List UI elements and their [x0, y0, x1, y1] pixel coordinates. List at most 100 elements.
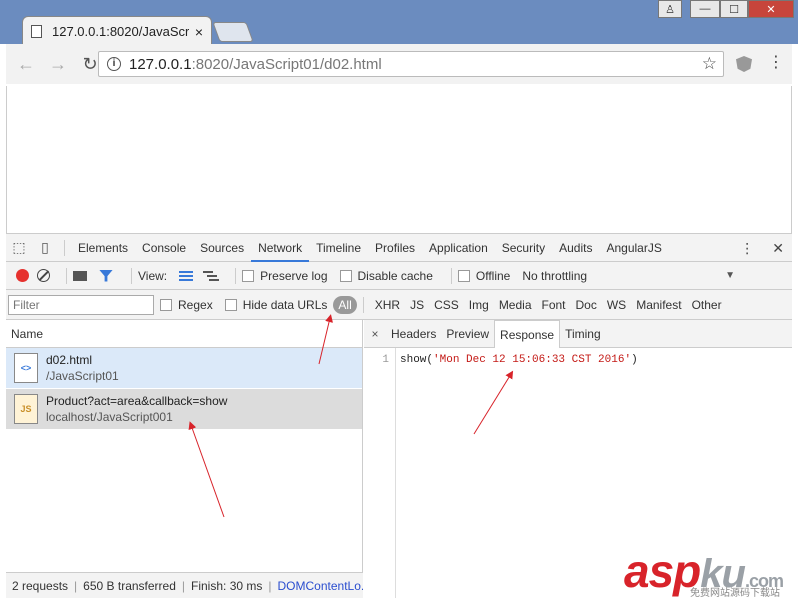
separator — [131, 267, 132, 284]
html-file-icon: <> — [14, 353, 38, 383]
type-filter-manifest[interactable]: Manifest — [631, 298, 686, 312]
line-number-gutter: 1 — [364, 348, 396, 598]
tab-application[interactable]: Application — [422, 234, 495, 262]
overview-icon[interactable] — [203, 270, 220, 281]
type-filter-all[interactable]: All — [333, 295, 357, 314]
browser-tab[interactable]: 127.0.0.1:8020/JavaScri × — [22, 16, 212, 46]
type-filter-xhr[interactable]: XHR — [370, 298, 405, 312]
table-row[interactable]: JS Product?act=area&callback=show localh… — [6, 389, 362, 430]
tab-sources[interactable]: Sources — [193, 234, 251, 262]
type-filter-css[interactable]: CSS — [429, 298, 464, 312]
tab-audits[interactable]: Audits — [552, 234, 599, 262]
new-tab-button[interactable] — [212, 22, 254, 42]
regex-checkbox[interactable] — [160, 298, 172, 311]
devtools-panel: ⬚ ▯ Elements Console Sources Network Tim… — [6, 233, 792, 598]
type-filter-media[interactable]: Media — [494, 298, 537, 312]
tab-title: 127.0.0.1:8020/JavaScri — [52, 24, 189, 39]
separator — [235, 267, 237, 284]
devtools-close-icon[interactable]: ✕ — [772, 240, 784, 257]
request-list: Name <> d02.html /JavaScript01 JS Produc… — [6, 320, 363, 598]
table-row[interactable]: <> d02.html /JavaScript01 — [6, 348, 362, 389]
minimize-button[interactable]: — — [690, 0, 720, 18]
disable-cache-label: Disable cache — [357, 268, 433, 283]
watermark-asp: asp — [624, 545, 701, 597]
disable-cache-checkbox[interactable] — [339, 269, 352, 282]
status-separator: | — [268, 578, 272, 593]
tab-headers[interactable]: Headers — [386, 320, 441, 348]
document-icon — [31, 25, 42, 38]
type-filter-img[interactable]: Img — [464, 298, 494, 312]
back-icon[interactable]: ← — [14, 54, 38, 75]
tab-console[interactable]: Console — [135, 234, 193, 262]
user-button[interactable]: ♙ — [658, 0, 682, 18]
close-detail-icon[interactable]: × — [364, 327, 386, 341]
preserve-log-label: Preserve log — [260, 268, 328, 283]
type-filter-other[interactable]: Other — [687, 298, 727, 312]
view-label: View: — [138, 268, 168, 283]
status-separator: | — [181, 578, 186, 593]
page-content — [6, 86, 792, 233]
filter-icon[interactable] — [99, 269, 113, 282]
inspect-element-icon[interactable]: ⬚ — [6, 239, 32, 256]
code-string: 'Mon Dec 12 15:06:33 CST 2016' — [433, 354, 632, 366]
transferred-size: 650 B transferred — [83, 578, 176, 593]
status-bar: 2 requests | 650 B transferred | Finish:… — [6, 572, 363, 598]
code-line: show('Mon Dec 12 15:06:33 CST 2016') — [400, 354, 638, 366]
hide-data-urls-label: Hide data URLs — [242, 297, 328, 312]
type-filter-ws[interactable]: WS — [602, 298, 631, 312]
chevron-down-icon[interactable]: ▼ — [725, 270, 735, 281]
separator — [362, 296, 364, 313]
request-path: localhost/JavaScript001 — [46, 410, 173, 424]
js-file-icon: JS — [14, 394, 38, 424]
capture-screenshots-icon[interactable] — [73, 270, 87, 281]
tab-elements[interactable]: Elements — [71, 234, 135, 262]
extension-icon[interactable] — [736, 56, 752, 72]
tab-angularjs[interactable]: AngularJS — [599, 234, 668, 262]
filter-toolbar: Regex Hide data URLs All XHR JS CSS Img … — [6, 290, 792, 320]
preserve-log-checkbox[interactable] — [242, 269, 255, 282]
browser-toolbar: ← → ↻ i 127.0.0.1:8020/JavaScript01/d02.… — [6, 44, 792, 84]
clear-icon[interactable] — [37, 269, 50, 282]
url-host: 127.0.0.1 — [129, 55, 192, 73]
close-window-button[interactable]: ✕ — [748, 0, 794, 18]
separator — [450, 267, 452, 284]
bookmark-star-icon[interactable]: ☆ — [702, 54, 717, 74]
request-name: Product?act=area&callback=show — [46, 394, 228, 408]
tab-profiles[interactable]: Profiles — [368, 234, 422, 262]
devtools-more-icon[interactable]: ⋮ — [740, 240, 754, 257]
type-filter-doc[interactable]: Doc — [571, 298, 602, 312]
filter-input[interactable] — [8, 294, 154, 315]
network-toolbar: View: Preserve log Disable cache Offline… — [6, 262, 792, 290]
throttling-select[interactable]: No throttling — [522, 269, 587, 283]
browser-menu-icon[interactable]: ⋮ — [768, 52, 784, 72]
watermark-subtitle: 免费网站源码下载站 — [690, 588, 780, 599]
device-toolbar-icon[interactable]: ▯ — [32, 239, 58, 256]
request-name: d02.html — [46, 353, 93, 367]
tab-security[interactable]: Security — [495, 234, 552, 262]
tab-preview[interactable]: Preview — [441, 320, 494, 348]
name-column-header[interactable]: Name — [6, 320, 362, 348]
record-icon[interactable] — [16, 269, 29, 282]
tab-timing[interactable]: Timing — [560, 320, 606, 348]
tab-close-icon[interactable]: × — [195, 24, 203, 40]
line-number: 1 — [382, 354, 389, 366]
regex-label: Regex — [178, 297, 213, 312]
code-suffix: ) — [631, 354, 638, 366]
offline-label: Offline — [475, 268, 511, 283]
tab-network[interactable]: Network — [251, 234, 310, 262]
type-filter-font[interactable]: Font — [537, 298, 571, 312]
devtools-controls: ⋮ ✕ — [740, 234, 784, 262]
request-path: /JavaScript01 — [46, 369, 119, 383]
request-count: 2 requests — [12, 578, 69, 593]
address-bar[interactable]: i 127.0.0.1:8020/JavaScript01/d02.html ☆ — [98, 51, 724, 77]
tab-timeline[interactable]: Timeline — [309, 234, 368, 262]
type-filter-js[interactable]: JS — [405, 298, 429, 312]
forward-icon[interactable]: → — [46, 54, 70, 75]
info-icon[interactable]: i — [107, 57, 121, 71]
maximize-button[interactable]: ☐ — [720, 0, 748, 18]
hide-data-urls-checkbox[interactable] — [224, 298, 237, 311]
large-rows-icon[interactable] — [179, 270, 194, 281]
separator — [64, 239, 65, 256]
offline-checkbox[interactable] — [457, 269, 470, 282]
tab-response[interactable]: Response — [494, 319, 561, 348]
